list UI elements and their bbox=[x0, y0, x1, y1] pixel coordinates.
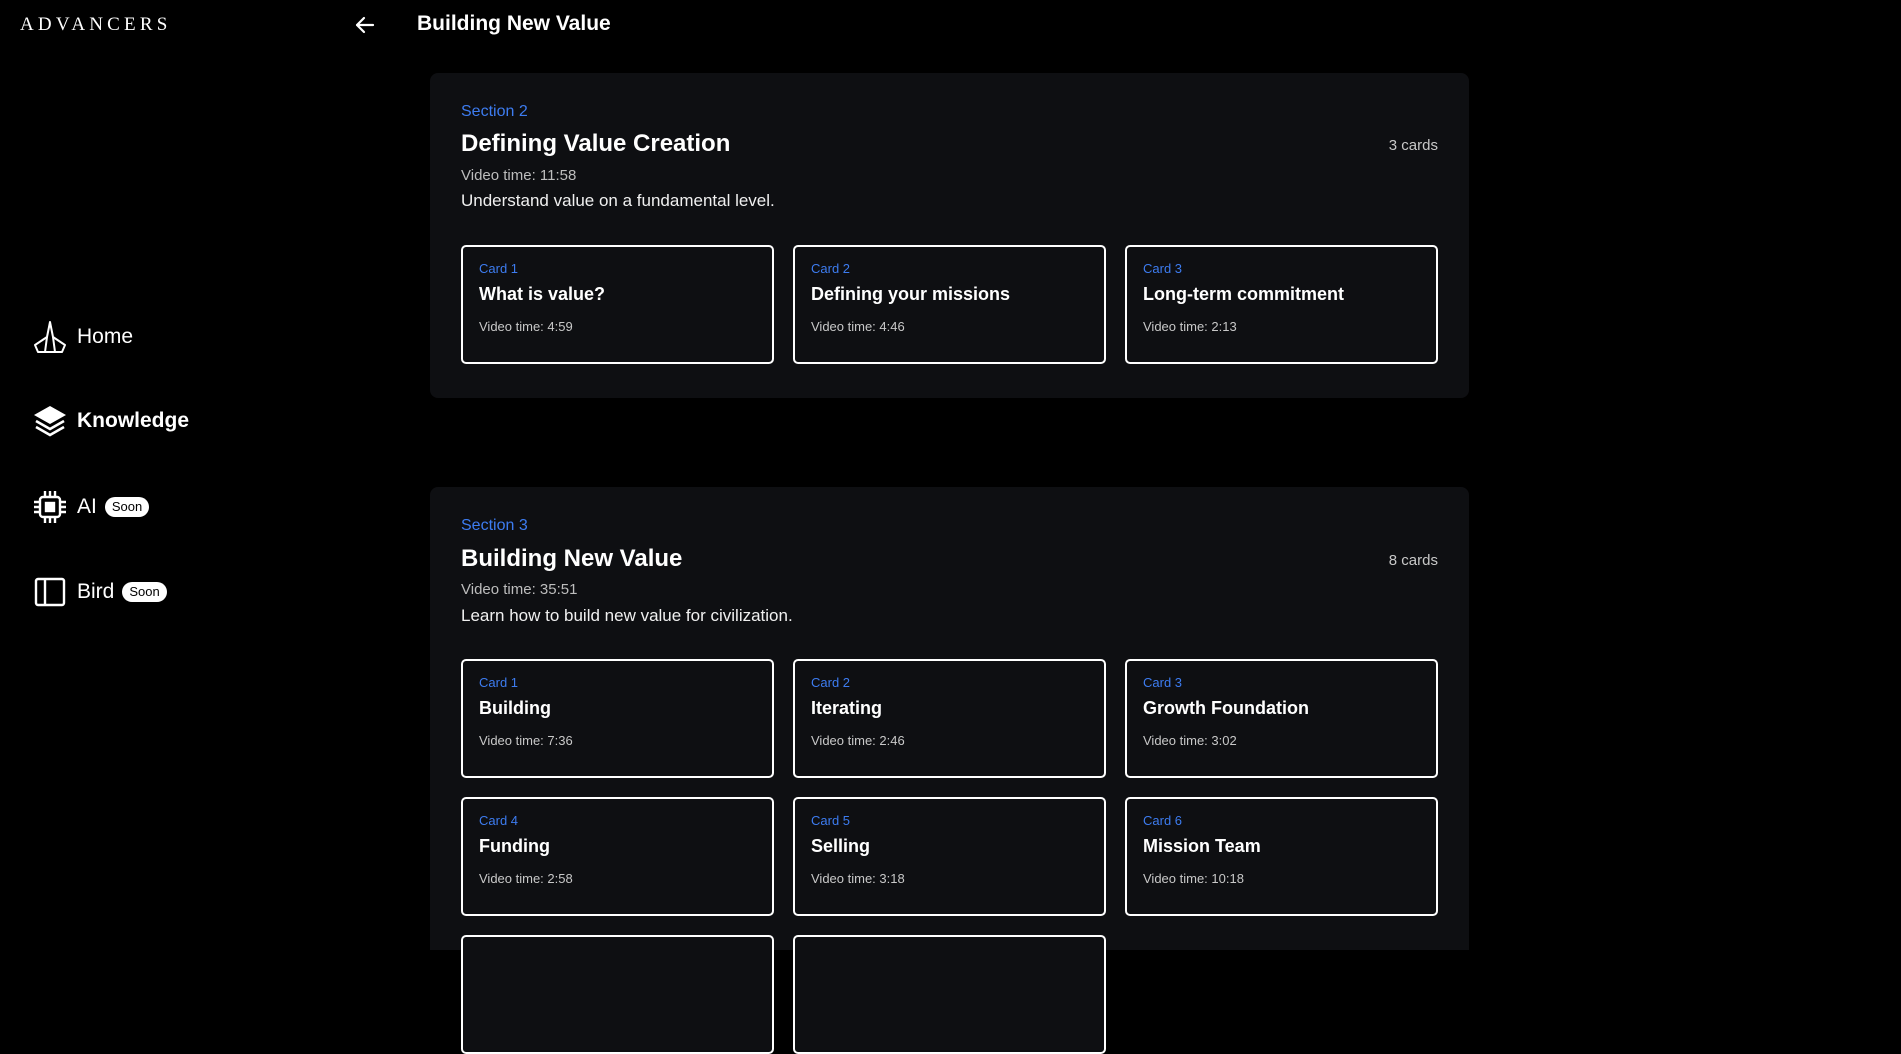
brand-logo[interactable]: ADVANCERS bbox=[20, 14, 171, 36]
nav-label: Knowledge bbox=[77, 409, 190, 432]
card-title: Long-term commitment bbox=[1143, 284, 1345, 304]
card-label: Card 3 bbox=[1143, 261, 1183, 276]
card-label: Card 5 bbox=[811, 813, 851, 828]
section-video-time: Video time: 11:58 bbox=[461, 167, 577, 184]
panel-icon bbox=[32, 574, 68, 610]
nav-item-home[interactable]: Home bbox=[32, 319, 133, 355]
nav-label: Bird bbox=[77, 580, 115, 603]
card[interactable]: Card 3 Growth Foundation Video time: 3:0… bbox=[1125, 659, 1438, 778]
chip-icon bbox=[32, 489, 68, 525]
card-title: Iterating bbox=[811, 698, 883, 718]
card-video-time: Video time: 7:36 bbox=[479, 733, 573, 748]
card-title: Defining your missions bbox=[811, 284, 1011, 304]
card-label: Card 2 bbox=[811, 675, 851, 690]
card[interactable] bbox=[461, 935, 774, 1054]
card-label: Card 1 bbox=[479, 675, 519, 690]
ship-icon bbox=[32, 319, 68, 355]
card-count: 8 cards bbox=[1388, 552, 1438, 569]
card-title: What is value? bbox=[479, 284, 606, 304]
card[interactable] bbox=[793, 935, 1106, 1054]
card-label: Card 3 bbox=[1143, 675, 1183, 690]
card-label: Card 1 bbox=[479, 261, 519, 276]
card-title: Building bbox=[479, 698, 551, 718]
card-title: Selling bbox=[811, 836, 871, 856]
nav-label: AI bbox=[77, 495, 97, 518]
nav-item-bird[interactable]: Bird Soon bbox=[32, 574, 167, 610]
nav-item-ai[interactable]: AI Soon bbox=[32, 489, 150, 525]
card-title: Growth Foundation bbox=[1143, 698, 1309, 718]
arrow-left-icon bbox=[354, 14, 376, 41]
nav-item-knowledge[interactable]: Knowledge bbox=[32, 403, 189, 439]
card-label: Card 4 bbox=[479, 813, 519, 828]
layers-icon bbox=[32, 403, 68, 439]
card[interactable]: Card 3 Long-term commitment Video time: … bbox=[1125, 245, 1438, 364]
card-label: Card 6 bbox=[1143, 813, 1183, 828]
card-video-time: Video time: 2:58 bbox=[479, 871, 573, 886]
card-count: 3 cards bbox=[1388, 137, 1438, 154]
card[interactable]: Card 1 What is value? Video time: 4:59 bbox=[461, 245, 774, 364]
back-button[interactable] bbox=[350, 12, 380, 42]
soon-badge: Soon bbox=[122, 582, 167, 602]
section-description: Understand value on a fundamental level. bbox=[461, 191, 775, 210]
section-label: Section 3 bbox=[461, 517, 528, 534]
section-video-time: Video time: 35:51 bbox=[461, 581, 578, 598]
card-video-time: Video time: 2:13 bbox=[1143, 319, 1237, 334]
card-video-time: Video time: 3:18 bbox=[811, 871, 905, 886]
section-panel: Section 3 Building New Value 8 cards Vid… bbox=[430, 487, 1469, 1054]
section-title: Defining Value Creation bbox=[461, 130, 731, 157]
card[interactable]: Card 6 Mission Team Video time: 10:18 bbox=[1125, 797, 1438, 916]
card[interactable]: Card 4 Funding Video time: 2:58 bbox=[461, 797, 774, 916]
card-title: Mission Team bbox=[1143, 836, 1261, 856]
card-title: Funding bbox=[479, 836, 550, 856]
card-video-time: Video time: 3:02 bbox=[1143, 733, 1237, 748]
section-panel: Section 2 Defining Value Creation 3 card… bbox=[430, 73, 1469, 398]
card[interactable]: Card 2 Defining your missions Video time… bbox=[793, 245, 1106, 364]
card[interactable]: Card 1 Building Video time: 7:36 bbox=[461, 659, 774, 778]
card[interactable]: Card 2 Iterating Video time: 2:46 bbox=[793, 659, 1106, 778]
nav-label: Home bbox=[77, 325, 134, 348]
section-label: Section 2 bbox=[461, 103, 528, 120]
card-video-time: Video time: 4:46 bbox=[811, 319, 905, 334]
soon-badge: Soon bbox=[104, 497, 150, 517]
section-title: Building New Value bbox=[461, 545, 683, 572]
section-description: Learn how to build new value for civiliz… bbox=[461, 606, 793, 625]
card-label: Card 2 bbox=[811, 261, 851, 276]
page-title: Building New Value bbox=[417, 12, 611, 35]
card-video-time: Video time: 2:46 bbox=[811, 733, 905, 748]
card[interactable]: Card 5 Selling Video time: 3:18 bbox=[793, 797, 1106, 916]
card-video-time: Video time: 4:59 bbox=[479, 319, 573, 334]
card-video-time: Video time: 10:18 bbox=[1143, 871, 1244, 886]
